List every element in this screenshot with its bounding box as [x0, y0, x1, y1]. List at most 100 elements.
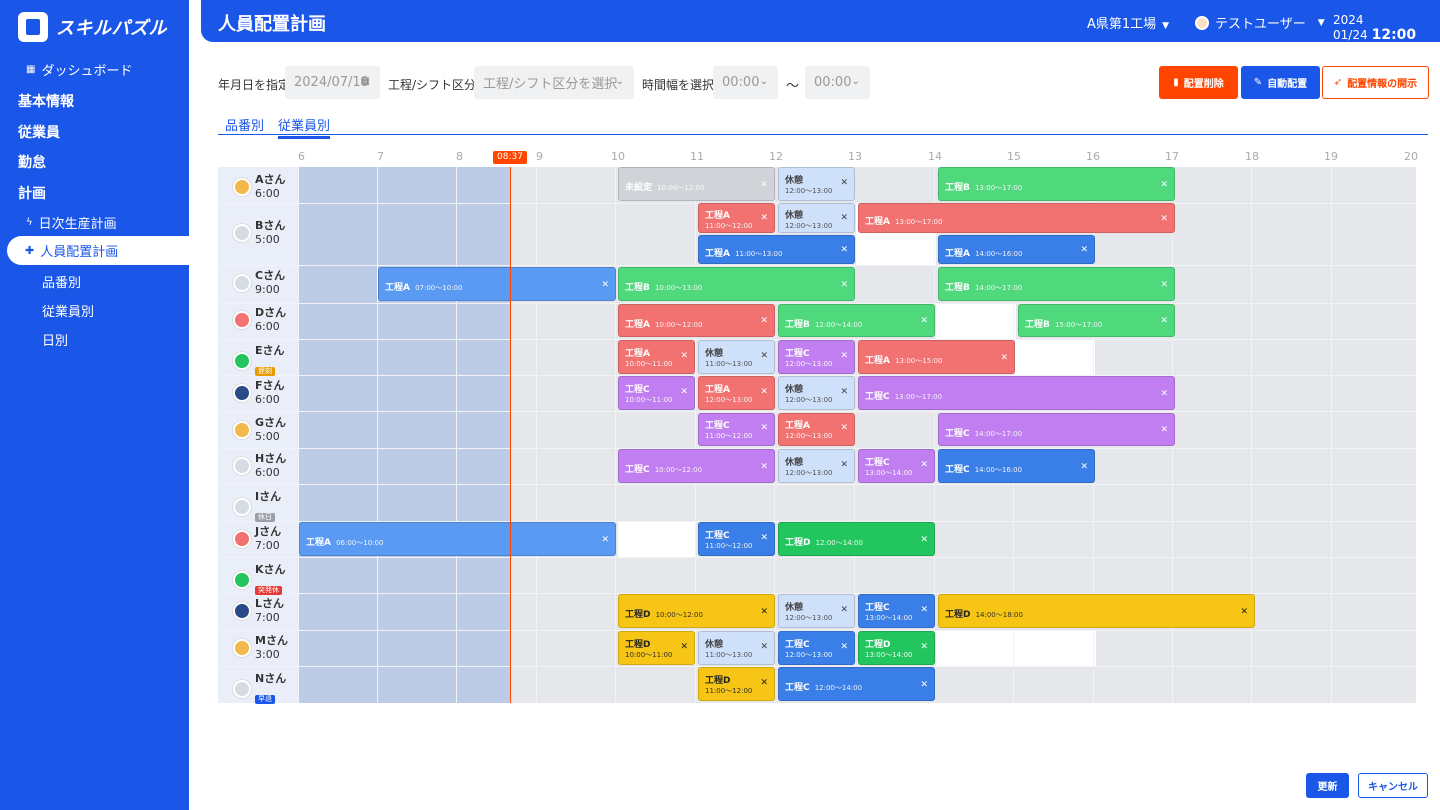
assignment-block[interactable]: 未設定 10:00～12:00 ✕	[618, 167, 775, 201]
close-icon[interactable]: ✕	[1160, 377, 1168, 409]
assignment-block[interactable]: 工程D 14:00～18:00 ✕	[938, 594, 1255, 628]
close-icon[interactable]: ✕	[760, 642, 768, 652]
assignment-block[interactable]: 工程D 13:00～14:00 ✕	[858, 631, 935, 665]
close-icon[interactable]: ✕	[1160, 168, 1168, 200]
close-icon[interactable]: ✕	[840, 605, 848, 615]
sidebar-item-basic-info[interactable]: 基本情報	[18, 91, 74, 111]
assignment-block[interactable]: 工程D 11:00～12:00 ✕	[698, 667, 775, 701]
auto-assign-button[interactable]: ✎ 自動配置	[1241, 66, 1320, 99]
assignment-block[interactable]: 休憩 12:00～13:00 ✕	[778, 449, 855, 483]
close-icon[interactable]: ✕	[840, 642, 848, 652]
employee-row-m[interactable]: Mさん 3:00	[233, 634, 288, 662]
close-icon[interactable]: ✕	[840, 236, 848, 263]
date-field[interactable]: 2024/07/10 ▦	[285, 66, 380, 99]
employee-row-c[interactable]: Cさん 9:00	[233, 269, 285, 297]
sidebar-item-planning[interactable]: 計画	[18, 183, 46, 203]
employee-row-e[interactable]: Eさん 遅刻	[233, 344, 285, 377]
assignment-block[interactable]: 工程A 14:00～16:00 ✕	[938, 235, 1095, 264]
assignment-block[interactable]: 工程C 14:00～16:00 ✕	[938, 449, 1095, 483]
close-icon[interactable]: ✕	[840, 213, 848, 223]
time-to-select[interactable]: 00:00 ⌄	[805, 66, 870, 99]
close-icon[interactable]: ✕	[1240, 595, 1248, 627]
close-icon[interactable]: ✕	[760, 533, 768, 543]
close-icon[interactable]: ✕	[1160, 204, 1168, 232]
assignment-block[interactable]: 工程A 12:00～13:00 ✕	[698, 376, 775, 410]
assignment-block[interactable]: 工程C 13:00～14:00 ✕	[858, 594, 935, 628]
assignment-block[interactable]: 工程C 13:00～17:00 ✕	[858, 376, 1175, 410]
employee-row-g[interactable]: Gさん 5:00	[233, 416, 286, 444]
close-icon[interactable]: ✕	[840, 268, 848, 300]
employee-row-i[interactable]: Iさん 休日	[233, 490, 281, 523]
close-icon[interactable]: ✕	[680, 642, 688, 652]
cancel-button[interactable]: キャンセル	[1358, 773, 1428, 798]
close-icon[interactable]: ✕	[680, 387, 688, 397]
close-icon[interactable]: ✕	[1000, 341, 1008, 373]
assignment-block[interactable]: 工程A 11:00～13:00 ✕	[698, 235, 855, 264]
close-icon[interactable]: ✕	[920, 642, 928, 652]
close-icon[interactable]: ✕	[760, 423, 768, 433]
assignment-block[interactable]: 工程A 10:00～11:00 ✕	[618, 340, 695, 374]
close-icon[interactable]: ✕	[601, 268, 609, 300]
assignment-block[interactable]: 工程A 13:00～17:00 ✕	[858, 203, 1175, 233]
assignment-block[interactable]: 工程D 10:00～11:00 ✕	[618, 631, 695, 665]
update-button[interactable]: 更新	[1306, 773, 1349, 798]
sidebar-item-dashboard[interactable]: ▦ ダッシュボード	[26, 60, 132, 79]
assignment-block[interactable]: 工程A 06:00～10:00 ✕	[299, 522, 616, 556]
assignment-block[interactable]: 工程C 12:00～14:00 ✕	[778, 667, 935, 701]
close-icon[interactable]: ✕	[840, 178, 848, 188]
close-icon[interactable]: ✕	[760, 678, 768, 688]
publish-button[interactable]: ➶ 配置情報の開示	[1322, 66, 1429, 99]
assignment-block[interactable]: 工程C 11:00～12:00 ✕	[698, 413, 775, 446]
assignment-block[interactable]: 工程B 15:00～17:00 ✕	[1018, 304, 1175, 337]
close-icon[interactable]: ✕	[920, 460, 928, 470]
employee-row-j[interactable]: Jさん 7:00	[233, 525, 281, 553]
user-menu[interactable]: テストユーザー ▼	[1195, 13, 1325, 32]
employee-row-f[interactable]: Fさん 6:00	[233, 379, 285, 407]
factory-selector[interactable]: A県第1工場 ▼	[1087, 13, 1169, 32]
sidebar-item-employees[interactable]: 従業員	[18, 122, 60, 142]
assignment-block[interactable]: 工程A 07:00～10:00 ✕	[378, 267, 616, 301]
assignment-block[interactable]: 工程D 10:00～12:00 ✕	[618, 594, 775, 628]
close-icon[interactable]: ✕	[760, 450, 768, 482]
employee-row-h[interactable]: Hさん 6:00	[233, 452, 286, 480]
time-from-select[interactable]: 00:00 ⌄	[713, 66, 778, 99]
assignment-block[interactable]: 工程B 10:00～13:00 ✕	[618, 267, 855, 301]
assignment-block[interactable]: 工程C 10:00～11:00 ✕	[618, 376, 695, 410]
sidebar-item-by-employee[interactable]: 従業員別	[42, 301, 94, 320]
close-icon[interactable]: ✕	[840, 387, 848, 397]
assignment-block[interactable]: 工程C 10:00～12:00 ✕	[618, 449, 775, 483]
close-icon[interactable]: ✕	[760, 305, 768, 336]
close-icon[interactable]: ✕	[760, 168, 768, 200]
assignment-block[interactable]: 休憩 12:00～13:00 ✕	[778, 594, 855, 628]
close-icon[interactable]: ✕	[1160, 414, 1168, 445]
assignment-block[interactable]: 休憩 12:00～13:00 ✕	[778, 203, 855, 233]
assignment-block[interactable]: 工程A 12:00～13:00 ✕	[778, 413, 855, 446]
close-icon[interactable]: ✕	[760, 351, 768, 361]
employee-row-k[interactable]: Kさん 突発休	[233, 563, 286, 596]
assignment-block[interactable]: 工程C 13:00～14:00 ✕	[858, 449, 935, 483]
close-icon[interactable]: ✕	[920, 605, 928, 615]
assignment-block[interactable]: 休憩 12:00～13:00 ✕	[778, 376, 855, 410]
close-icon[interactable]: ✕	[920, 523, 928, 555]
sidebar-item-by-part[interactable]: 品番別	[42, 272, 81, 291]
close-icon[interactable]: ✕	[760, 387, 768, 397]
close-icon[interactable]: ✕	[1160, 268, 1168, 300]
assignment-block[interactable]: 工程C 12:00～13:00 ✕	[778, 631, 855, 665]
assignment-block[interactable]: 工程B 12:00～14:00 ✕	[778, 304, 935, 337]
close-icon[interactable]: ✕	[760, 213, 768, 223]
sidebar-item-daily-plan[interactable]: ϟ 日次生産計画	[26, 213, 117, 232]
employee-row-n[interactable]: Nさん 早退	[233, 672, 286, 705]
assignment-block[interactable]: 工程A 11:00～12:00 ✕	[698, 203, 775, 233]
employee-row-b[interactable]: Bさん 5:00	[233, 219, 285, 247]
sidebar-item-by-day[interactable]: 日別	[42, 330, 68, 349]
close-icon[interactable]: ✕	[840, 351, 848, 361]
assignment-block[interactable]: 工程B 14:00～17:00 ✕	[938, 267, 1175, 301]
assignment-block[interactable]: 休憩 11:00～13:00 ✕	[698, 340, 775, 374]
sidebar-item-staff-plan[interactable]: ✚ 人員配置計画	[7, 236, 189, 265]
assignment-block[interactable]: 休憩 11:00～13:00 ✕	[698, 631, 775, 665]
close-icon[interactable]: ✕	[1080, 450, 1088, 482]
assignment-block[interactable]: 工程A 10:00～12:00 ✕	[618, 304, 775, 337]
assignment-block[interactable]: 工程C 12:00～13:00 ✕	[778, 340, 855, 374]
close-icon[interactable]: ✕	[680, 351, 688, 361]
employee-row-l[interactable]: Lさん 7:00	[233, 597, 284, 625]
